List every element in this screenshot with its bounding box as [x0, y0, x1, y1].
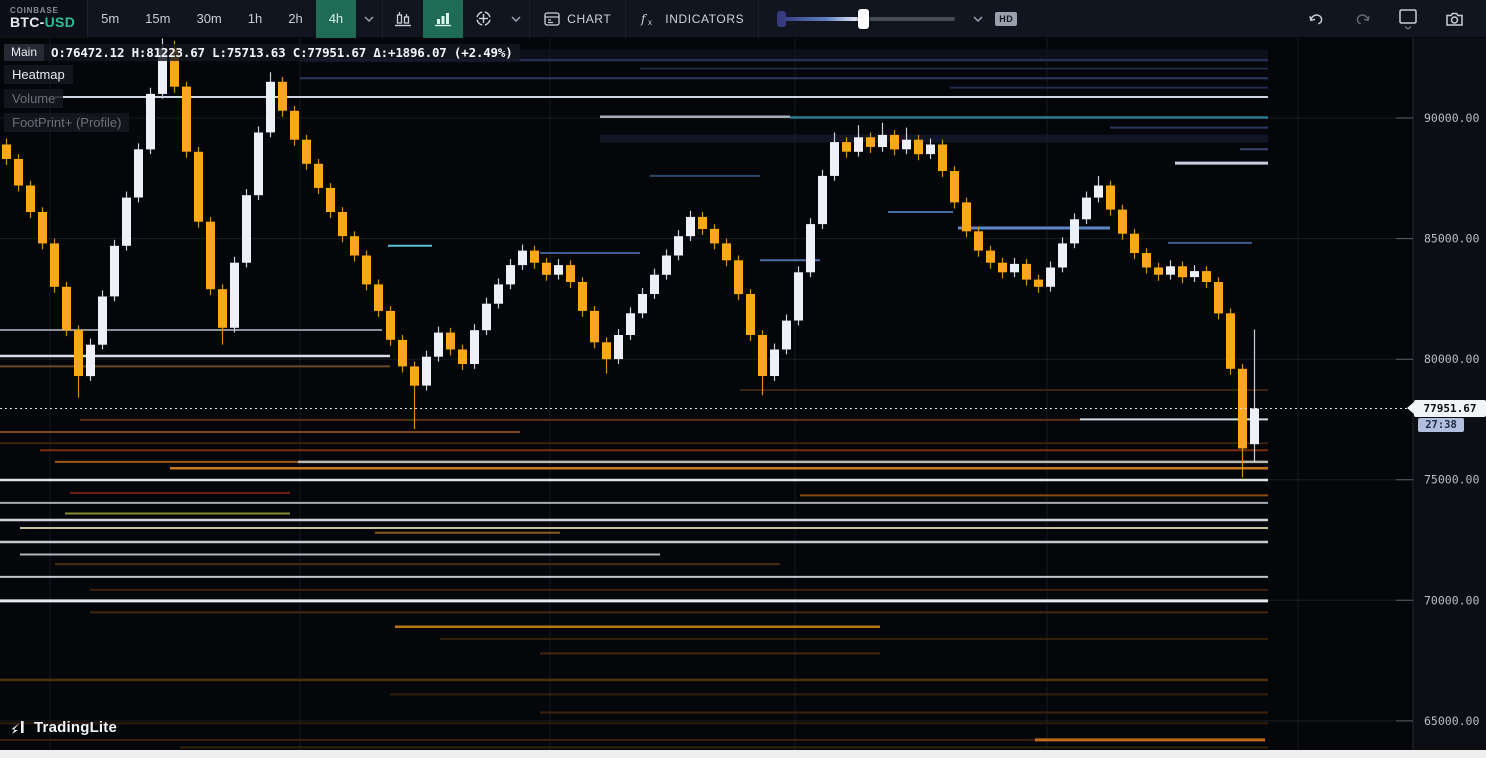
- slider-dropdown-chevron-icon[interactable]: [965, 0, 991, 38]
- hd-quality-badge[interactable]: HD: [995, 12, 1017, 26]
- svg-text:x: x: [648, 18, 653, 26]
- svg-text:85000.00: 85000.00: [1424, 232, 1479, 246]
- heatmap-intensity-slider[interactable]: [777, 0, 955, 38]
- redo-icon: [1354, 11, 1371, 26]
- candlestick-icon: [394, 11, 412, 27]
- brand-name: TradingLite: [34, 719, 117, 736]
- candlestick-chart-type-button[interactable]: [383, 0, 423, 38]
- chart-area[interactable]: 90000.00 85000.00 80000.00 75000.00 70000.00…: [0, 38, 1486, 750]
- svg-text:65000.00: 65000.00: [1424, 714, 1479, 728]
- screenshot-button[interactable]: [1434, 0, 1474, 38]
- timeframe-2h[interactable]: 2h: [275, 0, 315, 38]
- slider-fill: [781, 17, 863, 21]
- svg-text:70000.00: 70000.00: [1424, 593, 1479, 607]
- timeframe-5m[interactable]: 5m: [88, 0, 132, 38]
- tradinglite-logo-icon: [10, 720, 28, 736]
- tradinglite-app: COINBASE BTC-USD 5m15m30m1h2h4h: [0, 0, 1486, 758]
- svg-text:f: f: [640, 12, 648, 26]
- target-icon: [475, 10, 492, 27]
- layout-grid-icon: [544, 12, 560, 26]
- top-toolbar: COINBASE BTC-USD 5m15m30m1h2h4h: [0, 0, 1486, 38]
- bottom-edge-strip: [0, 750, 1486, 758]
- chart-canvas[interactable]: 90000.00 85000.00 80000.00 75000.00 70000.00…: [0, 38, 1486, 750]
- volume-bars-icon: [434, 11, 452, 27]
- indicators-button-label: INDICATORS: [665, 12, 744, 26]
- fx-icon: f x: [640, 12, 658, 26]
- overlay-toggle-volume[interactable]: Volume: [4, 89, 63, 108]
- chart-layout-button[interactable]: CHART: [530, 0, 625, 38]
- symbol-selector[interactable]: COINBASE BTC-USD: [0, 0, 87, 38]
- tradinglite-brand: TradingLite: [10, 719, 117, 736]
- toolbar-right-group: [1296, 0, 1486, 38]
- overlay-toggle-heatmap[interactable]: Heatmap: [4, 65, 73, 84]
- main-layer-chip[interactable]: Main: [4, 44, 44, 61]
- undo-icon: [1308, 11, 1325, 26]
- chart-type-dropdown-chevron-icon[interactable]: [503, 0, 529, 38]
- overlay-toggle-footprint-profile-[interactable]: FootPrint+ (Profile): [4, 113, 129, 132]
- undo-button[interactable]: [1296, 0, 1336, 38]
- timeframe-group: 5m15m30m1h2h4h: [88, 0, 356, 38]
- strategy-button[interactable]: [463, 0, 503, 38]
- timeframe-1h[interactable]: 1h: [235, 0, 275, 38]
- redo-button[interactable]: [1342, 0, 1382, 38]
- ohlc-values: O:76472.12 H:81223.67 L:75713.63 C:77951…: [44, 44, 520, 61]
- candle-countdown: 27:38: [1418, 418, 1464, 432]
- timeframe-4h[interactable]: 4h: [316, 0, 356, 38]
- svg-text:75000.00: 75000.00: [1424, 473, 1479, 487]
- fullscreen-icon: [1398, 8, 1418, 30]
- svg-text:90000.00: 90000.00: [1424, 111, 1479, 125]
- divider: [758, 0, 759, 38]
- slider-handle[interactable]: [858, 9, 869, 29]
- symbol-label: BTC-USD: [10, 15, 75, 30]
- slider-track[interactable]: [781, 17, 955, 21]
- camera-icon: [1445, 11, 1464, 27]
- timeframe-dropdown-chevron-icon[interactable]: [356, 0, 382, 38]
- last-price-tag: 77951.67: [1414, 400, 1486, 417]
- chart-button-label: CHART: [567, 12, 611, 26]
- timeframe-30m[interactable]: 30m: [183, 0, 234, 38]
- fullscreen-button[interactable]: [1388, 0, 1428, 38]
- timeframe-15m[interactable]: 15m: [132, 0, 183, 38]
- indicators-button[interactable]: f x INDICATORS: [626, 0, 758, 38]
- footprint-chart-type-button[interactable]: [423, 0, 463, 38]
- svg-text:80000.00: 80000.00: [1424, 352, 1479, 366]
